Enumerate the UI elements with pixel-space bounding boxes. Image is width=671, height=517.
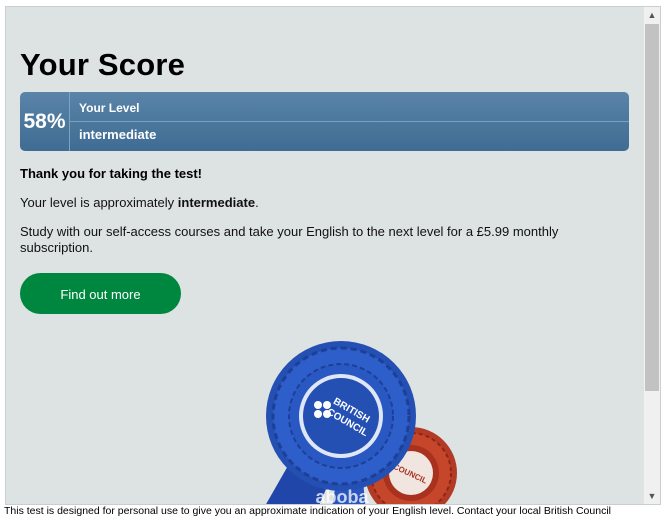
level-sentence: Your level is approximately intermediate…	[20, 195, 259, 210]
score-percent: 58%	[20, 92, 70, 151]
level-sentence-level: intermediate	[177, 195, 256, 210]
study-text: Study with our self-access courses and t…	[20, 224, 559, 255]
level-label: Your Level	[79, 101, 140, 115]
scroll-down-icon[interactable]: ▼	[644, 488, 660, 504]
footer-disclaimer: This test is designed for personal use t…	[4, 505, 611, 517]
results-content: Your Score 58% Your Level intermediate T…	[6, 7, 644, 505]
watermark-text: aboba	[315, 487, 369, 505]
level-value: intermediate	[79, 127, 157, 142]
score-box: 58% Your Level intermediate	[20, 92, 629, 151]
scroll-up-icon[interactable]: ▲	[644, 7, 660, 23]
page-title: Your Score	[20, 47, 186, 82]
scroll-thumb[interactable]	[645, 24, 659, 391]
results-frame: Your Score 58% Your Level intermediate T…	[5, 6, 661, 505]
vertical-scrollbar[interactable]: ▲ ▼	[643, 7, 660, 504]
rosette-illustration: COUNCIL BRITISH COUNCIL aboba	[266, 341, 457, 505]
level-sentence-suffix: .	[255, 195, 259, 210]
level-panel: Your Level intermediate	[70, 92, 629, 151]
level-sentence-prefix: Your level is approximately	[20, 195, 178, 210]
level-divider	[70, 121, 629, 122]
find-out-more-button[interactable]: Find out more	[20, 273, 181, 314]
thanks-text: Thank you for taking the test!	[20, 166, 203, 181]
blue-rosette: BRITISH COUNCIL	[266, 341, 416, 491]
